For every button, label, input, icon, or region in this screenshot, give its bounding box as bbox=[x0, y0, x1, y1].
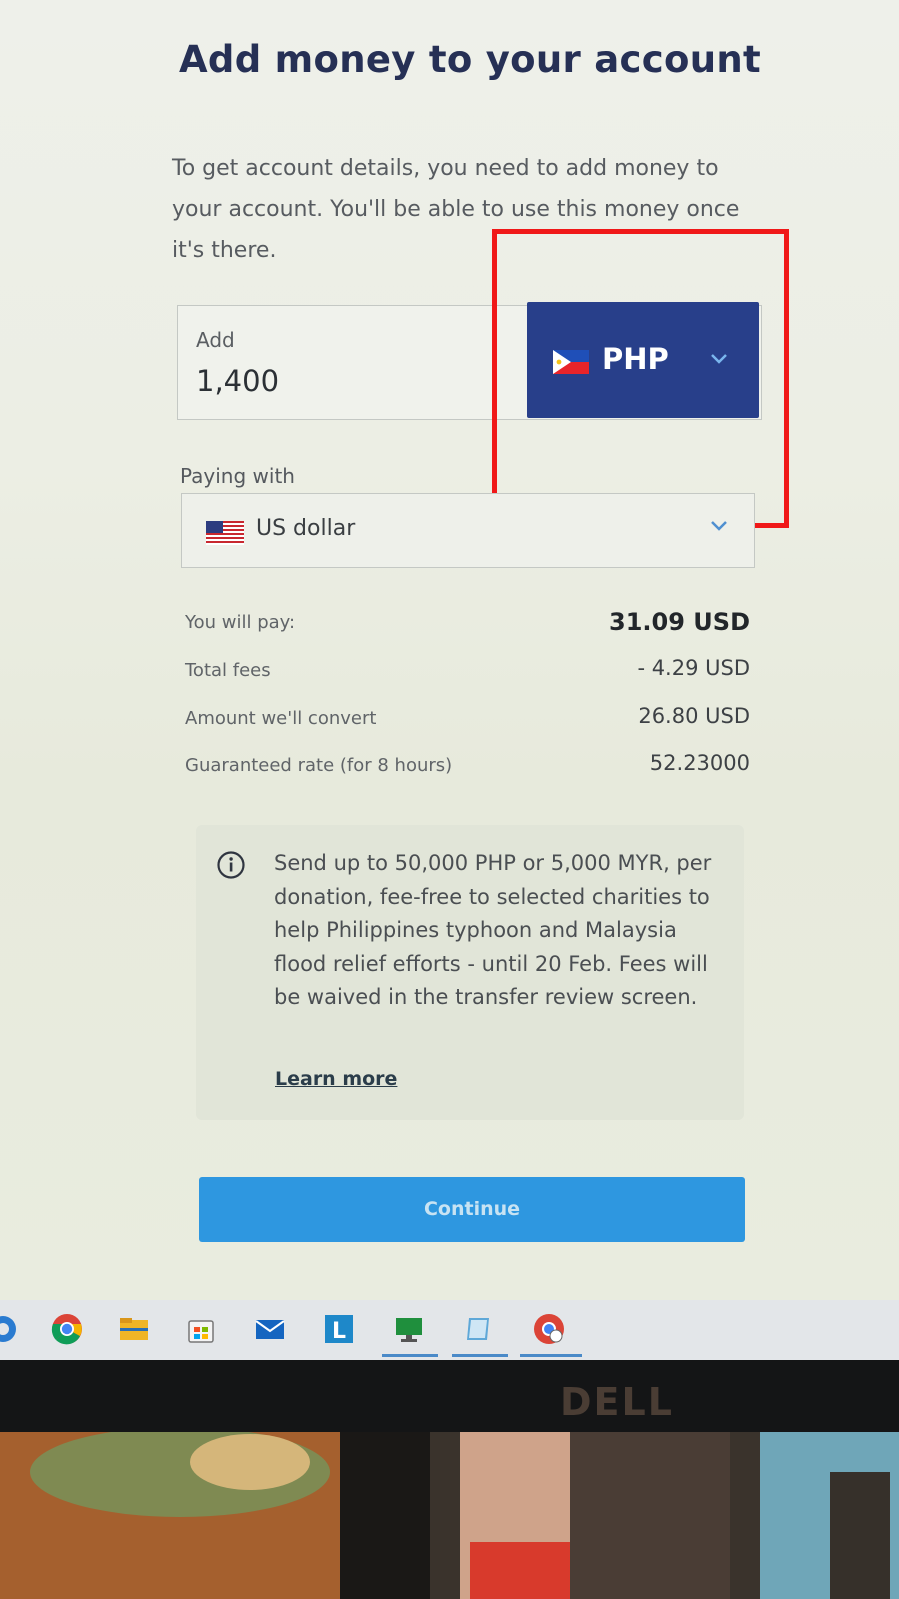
summary-value: 26.80 USD bbox=[638, 704, 750, 728]
summary-value: 52.23000 bbox=[649, 751, 750, 775]
notes-icon[interactable] bbox=[461, 1312, 495, 1346]
taskbar-active-indicator bbox=[382, 1354, 438, 1357]
paying-with-select[interactable]: US dollar bbox=[181, 493, 755, 568]
learn-more-link[interactable]: Learn more bbox=[275, 1068, 397, 1090]
info-icon bbox=[216, 850, 246, 884]
monitor-brand-logo: DELL bbox=[560, 1380, 674, 1424]
svg-text:L: L bbox=[332, 1319, 346, 1344]
remote-desktop-icon[interactable] bbox=[392, 1312, 426, 1346]
monitor-bezel: DELL bbox=[0, 1360, 899, 1432]
info-notice: Send up to 50,000 PHP or 5,000 MYR, per … bbox=[196, 825, 744, 1120]
summary-row-total-fees: Total fees - 4.29 USD bbox=[185, 656, 750, 688]
info-notice-text: Send up to 50,000 PHP or 5,000 MYR, per … bbox=[274, 851, 712, 1009]
summary-value: 31.09 USD bbox=[609, 608, 750, 636]
taskbar-active-indicator bbox=[520, 1354, 582, 1357]
chevron-down-icon bbox=[709, 517, 729, 536]
file-explorer-icon[interactable] bbox=[117, 1312, 151, 1346]
summary-label: Amount we'll convert bbox=[185, 708, 377, 729]
mail-icon[interactable] bbox=[253, 1312, 287, 1346]
summary-label: Total fees bbox=[185, 660, 271, 681]
store-icon[interactable] bbox=[184, 1312, 218, 1346]
summary-value: - 4.29 USD bbox=[637, 656, 750, 680]
page-title: Add money to your account bbox=[178, 38, 761, 81]
summary-row-you-will-pay: You will pay: 31.09 USD bbox=[185, 608, 750, 640]
edge-icon[interactable] bbox=[0, 1312, 20, 1346]
summary-label: You will pay: bbox=[185, 612, 296, 633]
continue-button[interactable]: Continue bbox=[199, 1177, 745, 1242]
annotation-highlight-box bbox=[492, 229, 789, 528]
taskbar-active-indicator bbox=[452, 1354, 508, 1357]
l-app-icon[interactable]: L bbox=[322, 1312, 356, 1346]
paying-currency-name: US dollar bbox=[256, 516, 356, 541]
desk-background-photo bbox=[0, 1432, 899, 1599]
windows-taskbar: L bbox=[0, 1300, 899, 1360]
chrome-icon[interactable] bbox=[50, 1312, 84, 1346]
summary-row-amount-convert: Amount we'll convert 26.80 USD bbox=[185, 704, 750, 736]
chrome-profile-icon[interactable] bbox=[532, 1312, 566, 1346]
us-flag-icon bbox=[206, 521, 244, 549]
summary-row-guaranteed-rate: Guaranteed rate (for 8 hours) 52.23000 bbox=[185, 751, 750, 783]
paying-with-label: Paying with bbox=[180, 464, 295, 488]
summary-label: Guaranteed rate (for 8 hours) bbox=[185, 755, 453, 776]
amount-value[interactable]: 1,400 bbox=[196, 364, 279, 398]
browser-screen: Add money to your account To get account… bbox=[0, 0, 899, 1300]
amount-label: Add bbox=[196, 328, 235, 352]
